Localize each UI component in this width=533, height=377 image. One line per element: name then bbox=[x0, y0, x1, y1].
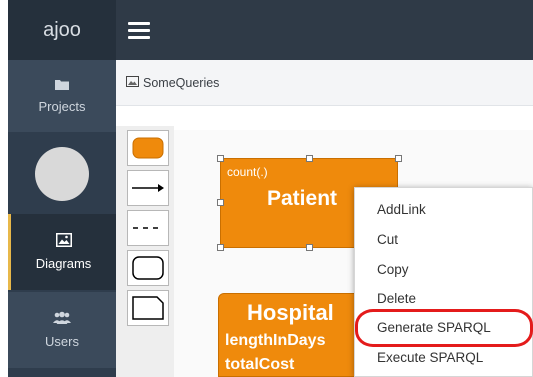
node-attribute: count(.) bbox=[227, 165, 268, 179]
note-box-tool[interactable] bbox=[127, 290, 169, 326]
resize-handle[interactable] bbox=[306, 155, 313, 162]
avatar bbox=[35, 147, 89, 201]
sidebar-item-label: Diagrams bbox=[35, 256, 92, 271]
breadcrumb: SomeQueries bbox=[116, 60, 533, 106]
class-node-tool[interactable] bbox=[127, 130, 169, 166]
node-attribute: lengthInDays bbox=[225, 332, 326, 349]
node-title: Hospital bbox=[247, 300, 334, 325]
dashed-link-tool[interactable] bbox=[127, 210, 169, 246]
link-arrow-tool[interactable] bbox=[127, 170, 169, 206]
menu-item-cut[interactable]: Cut bbox=[377, 232, 398, 247]
resize-handle[interactable] bbox=[217, 199, 224, 206]
app-brand[interactable]: ajoo bbox=[8, 0, 116, 60]
node-title: Patient bbox=[267, 187, 338, 210]
image-icon bbox=[55, 233, 72, 250]
sidebar-item-users[interactable]: Users bbox=[8, 292, 116, 368]
highlight-annotation bbox=[355, 309, 533, 347]
sidebar-item-label: Users bbox=[45, 334, 79, 349]
menu-item-add-link[interactable]: AddLink bbox=[377, 202, 426, 217]
resize-handle[interactable] bbox=[217, 155, 224, 162]
menu-item-delete[interactable]: Delete bbox=[377, 291, 416, 306]
sidebar-item-label: Projects bbox=[38, 99, 86, 114]
folder-icon bbox=[55, 78, 69, 93]
menu-item-copy[interactable]: Copy bbox=[377, 262, 409, 277]
top-bar bbox=[116, 0, 533, 60]
menu-icon[interactable] bbox=[128, 22, 150, 40]
resize-handle[interactable] bbox=[217, 244, 224, 251]
sidebar-item-diagrams[interactable]: Diagrams bbox=[8, 214, 116, 290]
node-attribute: totalCost bbox=[225, 356, 295, 373]
resize-handle[interactable] bbox=[306, 244, 313, 251]
sidebar-item-projects[interactable]: Projects bbox=[8, 60, 116, 132]
users-icon bbox=[52, 311, 72, 328]
breadcrumb-label[interactable]: SomeQueries bbox=[143, 76, 219, 90]
resize-handle[interactable] bbox=[395, 155, 402, 162]
menu-item-execute-sparql[interactable]: Execute SPARQL bbox=[377, 350, 483, 365]
context-menu: AddLink Cut Copy Delete Generate SPARQL … bbox=[354, 187, 533, 377]
image-icon bbox=[126, 75, 139, 90]
sidebar-item-avatar[interactable] bbox=[8, 136, 116, 212]
rounded-box-tool[interactable] bbox=[127, 250, 169, 286]
sidebar: ajoo Projects Diagrams Users bbox=[8, 0, 116, 377]
